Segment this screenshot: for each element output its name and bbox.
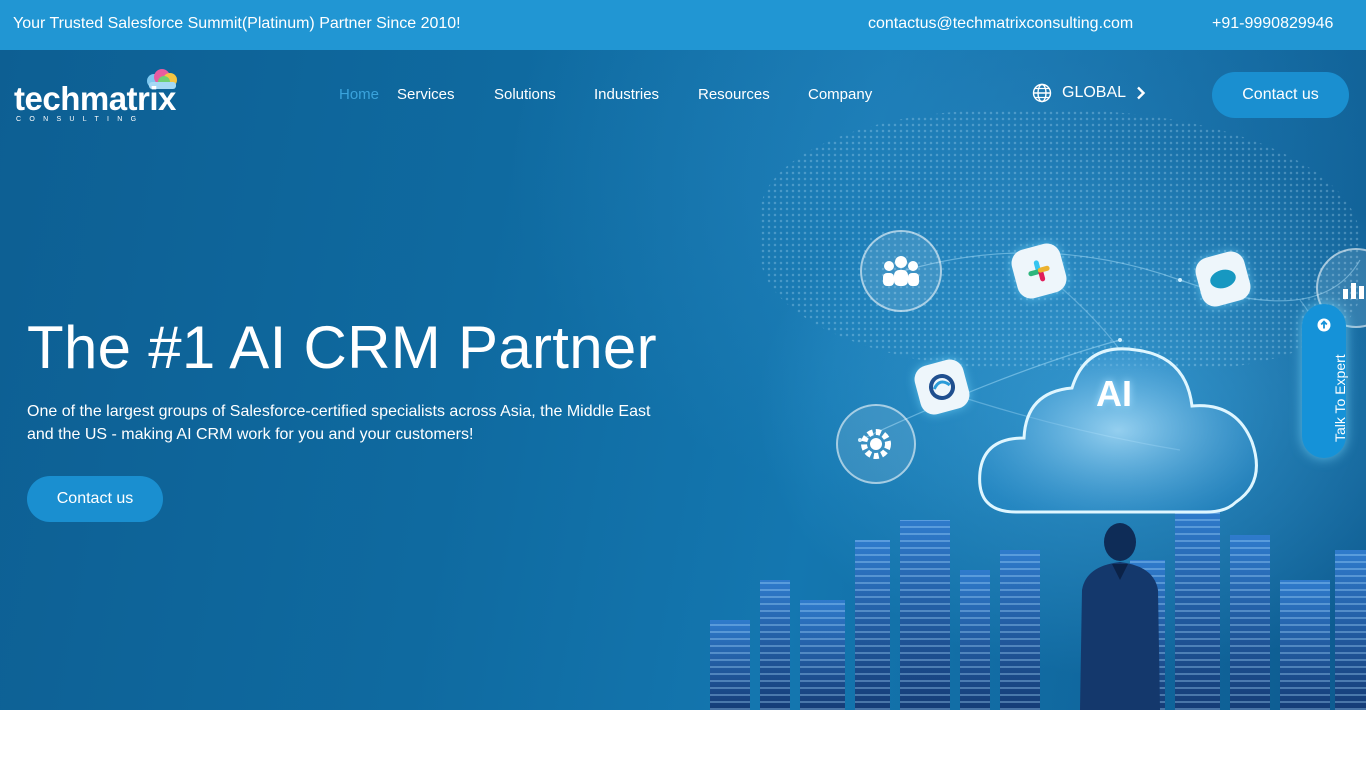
nav-item-company[interactable]: Company <box>808 86 872 103</box>
techmatrix-logo[interactable]: techmatrix CONSULTING <box>14 68 184 124</box>
nav-item-solutions[interactable]: Solutions <box>494 86 556 103</box>
team-icon <box>860 230 942 312</box>
talk-to-expert-label: Talk To Expert <box>1332 354 1348 442</box>
header-contact-button[interactable]: Contact us <box>1212 72 1349 118</box>
partner-tagline: Your Trusted Salesforce Summit(Platinum)… <box>13 15 461 32</box>
businessman-silhouette <box>1080 523 1160 710</box>
ai-cloud-graphic <box>978 347 1258 514</box>
region-selector[interactable]: GLOBAL <box>1032 83 1146 103</box>
arrow-up-circle-icon <box>1317 318 1331 332</box>
region-label: GLOBAL <box>1062 84 1127 101</box>
hero-description: One of the largest groups of Salesforce-… <box>27 403 651 443</box>
nav-item-industries[interactable]: Industries <box>594 86 659 103</box>
contact-phone-link[interactable]: +91-9990829946 <box>1212 15 1333 33</box>
nav-item-resources[interactable]: Resources <box>698 86 770 103</box>
gear-icon <box>836 404 916 484</box>
nav-item-home[interactable]: Home <box>339 86 379 103</box>
hero-title: The #1 AI CRM Partner <box>27 314 657 381</box>
hero-section: techmatrix CONSULTING Home Services Solu… <box>0 50 1366 710</box>
nav-item-services[interactable]: Services <box>397 86 455 103</box>
hero-contact-button[interactable]: Contact us <box>27 476 163 522</box>
contact-email-link[interactable]: contactus@techmatrixconsulting.com <box>868 15 1133 33</box>
city-skyline <box>690 490 1366 710</box>
logo-wordmark: techmatrix <box>14 80 176 117</box>
logo-subtitle: CONSULTING <box>16 116 145 123</box>
chevron-right-icon <box>1137 86 1146 100</box>
talk-to-expert-tab[interactable]: Talk To Expert <box>1302 304 1348 458</box>
globe-icon <box>1032 83 1052 103</box>
top-announcement-bar: Your Trusted Salesforce Summit(Platinum)… <box>0 0 1366 50</box>
ai-label: AI <box>1096 373 1132 414</box>
